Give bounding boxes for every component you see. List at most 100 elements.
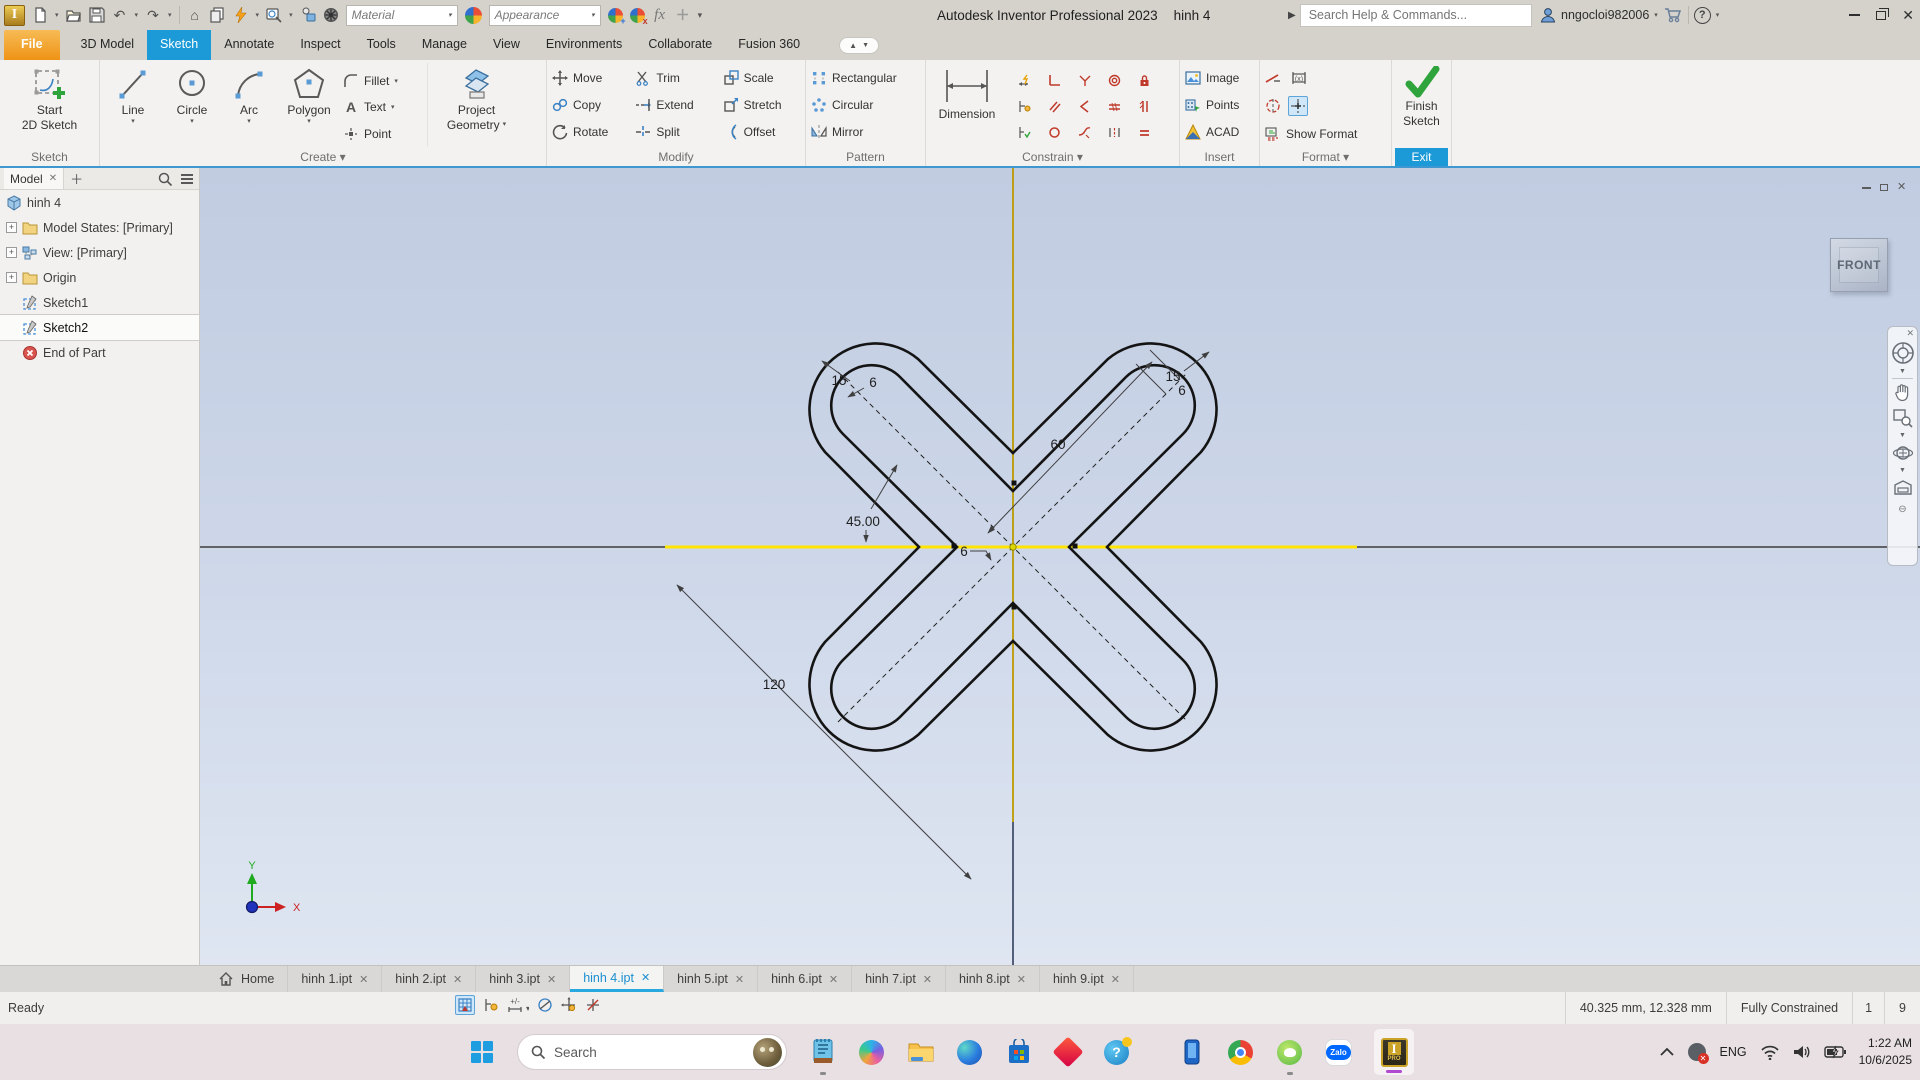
iproperties-bolt-icon[interactable] <box>233 5 249 25</box>
ribbon-tab-inspect[interactable]: Inspect <box>287 30 353 60</box>
sketch-point[interactable] <box>1072 543 1078 549</box>
orbit-icon[interactable] <box>1892 442 1914 464</box>
search-highlight-image[interactable] <box>753 1037 782 1067</box>
scale-button[interactable]: Scale <box>723 65 800 90</box>
doc-close-icon[interactable]: ✕ <box>1897 182 1906 193</box>
construction-mode-toggle[interactable] <box>585 997 601 1013</box>
concentric-constraint-icon[interactable] <box>1099 67 1129 93</box>
finish-sketch-button[interactable]: Finish Sketch <box>1397 63 1446 129</box>
project-geometry-dropdown-icon[interactable]: ▾ <box>503 121 507 129</box>
taskbar-search[interactable]: Search <box>517 1034 787 1070</box>
fillet-button[interactable]: Fillet ▾ <box>343 69 425 93</box>
polygon-button[interactable]: Polygon ▾ <box>277 63 341 146</box>
graphics-canvas[interactable]: 120 60 15 6 15 6 45.00 6 Y X FRONT ✕ ▼ ▼… <box>200 168 1920 965</box>
doc-tab-hinh3[interactable]: hinh 3.ipt ✕ <box>476 966 571 992</box>
battery-icon[interactable] <box>1823 1045 1846 1059</box>
bolt-dropdown-icon[interactable]: ▾ <box>256 11 260 19</box>
edge-browser-icon[interactable] <box>956 1039 983 1066</box>
doc-restore-icon[interactable] <box>1880 184 1888 191</box>
dim-line-120[interactable] <box>676 584 972 880</box>
dim-angle-leader[interactable] <box>870 464 898 510</box>
tree-item-view[interactable]: + View: [Primary] <box>0 240 199 265</box>
parallel-constraint-icon[interactable] <box>1039 93 1069 119</box>
dim-leader-6-center[interactable] <box>970 550 992 561</box>
look-at-icon[interactable] <box>1892 477 1914 499</box>
browser-tab-close-icon[interactable]: ✕ <box>49 173 57 184</box>
tree-item-end-of-part[interactable]: End of Part <box>0 340 199 365</box>
dim-text-6-right[interactable]: 6 <box>1178 383 1186 398</box>
dimension-display-toggle[interactable]: +/- ▾ <box>507 997 529 1013</box>
sketch-point[interactable] <box>1011 480 1017 486</box>
circular-pattern-button[interactable]: Circular <box>811 92 920 117</box>
start-button[interactable] <box>468 1039 495 1066</box>
viewcube[interactable]: FRONT <box>1830 238 1888 292</box>
user-dropdown-icon[interactable]: ▾ <box>1654 11 1658 19</box>
new-file-dropdown-icon[interactable]: ▾ <box>55 11 59 19</box>
navbar-more-icon[interactable]: ⊖ <box>1898 504 1906 515</box>
expand-icon[interactable]: + <box>6 222 17 233</box>
redo-icon[interactable]: ↷ <box>145 5 161 25</box>
taskbar-clock[interactable]: 1:22 AM 10/6/2025 <box>1859 1035 1912 1070</box>
clear-appearance-icon[interactable]: x <box>629 7 648 25</box>
doc-minimize-icon[interactable] <box>1862 186 1871 189</box>
dim-leader-6-left[interactable] <box>847 387 865 398</box>
coccoc-browser-icon[interactable] <box>1276 1039 1303 1075</box>
tab-close-icon[interactable]: ✕ <box>829 973 838 986</box>
inventor-taskbar-icon-active[interactable]: I PRO <box>1374 1029 1414 1075</box>
zoom-window-icon[interactable] <box>1892 407 1914 429</box>
fillet-dropdown-icon[interactable]: ▾ <box>394 77 398 85</box>
browser-tab-model[interactable]: Model ✕ <box>4 168 65 189</box>
zalo-app-icon[interactable]: Zalo <box>1325 1038 1352 1066</box>
ribbon-tab-tools[interactable]: Tools <box>354 30 409 60</box>
perpendicular-constraint-icon[interactable] <box>1039 67 1069 93</box>
browser-search-icon[interactable] <box>157 171 173 187</box>
origin-point[interactable] <box>1009 543 1017 551</box>
show-format-button[interactable]: Show Format <box>1265 121 1386 146</box>
diamond-app-icon[interactable] <box>1051 1036 1084 1068</box>
store-cart-icon[interactable] <box>1663 7 1683 23</box>
zoom-dropdown-icon[interactable]: ▼ <box>1899 432 1906 439</box>
tree-item-sketch1[interactable]: Sketch1 <box>0 290 199 315</box>
render-wheel-icon[interactable] <box>323 5 339 25</box>
help-dropdown-icon[interactable]: ▾ <box>1716 11 1720 19</box>
vertical-constraint-icon[interactable] <box>1129 93 1159 119</box>
help-search-input[interactable] <box>1299 3 1532 27</box>
appearance-combo[interactable]: Appearance ▾ <box>488 4 601 26</box>
circle-dropdown-icon[interactable]: ▾ <box>190 118 194 126</box>
dim-text-6-left[interactable]: 6 <box>869 375 877 390</box>
dim-ext-6-right-a[interactable] <box>1135 363 1167 395</box>
expand-icon[interactable]: + <box>6 272 17 283</box>
project-geometry-button[interactable]: Project Geometry ▾ <box>427 63 519 146</box>
arc-dropdown-icon[interactable]: ▾ <box>247 118 251 126</box>
dim-text-6-center[interactable]: 6 <box>960 544 968 559</box>
microsoft-store-icon[interactable] <box>1005 1039 1032 1066</box>
mirror-button[interactable]: Mirror <box>811 119 920 144</box>
material-wheel-icon[interactable] <box>464 6 482 24</box>
insert-points-button[interactable]: Points <box>1185 92 1254 117</box>
grid-snap-toggle[interactable] <box>455 995 475 1015</box>
panel-label-constrain[interactable]: Constrain ▾ <box>926 150 1179 164</box>
line-button[interactable]: Line ▾ <box>105 63 161 146</box>
open-icon[interactable] <box>65 5 82 25</box>
ribbon-tab-environments[interactable]: Environments <box>533 30 635 60</box>
doc-tab-hinh6[interactable]: hinh 6.ipt ✕ <box>758 966 853 992</box>
volume-icon[interactable] <box>1793 1044 1811 1060</box>
constraint-inference-toggle[interactable] <box>483 997 499 1013</box>
inventor-app-icon[interactable]: I <box>4 4 25 26</box>
dim-text-120[interactable]: 120 <box>763 677 786 692</box>
rotate-button[interactable]: Rotate <box>552 119 631 144</box>
tab-close-icon[interactable]: ✕ <box>923 973 932 986</box>
tree-item-sketch2[interactable]: Sketch2 <box>0 314 200 341</box>
tab-close-icon[interactable]: ✕ <box>641 971 650 984</box>
component-icon[interactable] <box>300 5 316 25</box>
tab-close-icon[interactable]: ✕ <box>1017 973 1026 986</box>
copy-button[interactable]: Copy <box>552 92 631 117</box>
tangent-constraint-icon[interactable] <box>1069 93 1099 119</box>
tab-close-icon[interactable]: ✕ <box>547 973 556 986</box>
new-file-icon[interactable] <box>32 5 48 25</box>
tab-close-icon[interactable]: ✕ <box>1111 973 1120 986</box>
browser-add-tab-icon[interactable]: ＋ <box>70 169 83 188</box>
tree-item-part[interactable]: hinh 4 <box>0 190 199 215</box>
onedrive-status-icon[interactable]: ✕ <box>1687 1042 1709 1064</box>
quiz-app-icon[interactable]: ? <box>1103 1036 1132 1066</box>
